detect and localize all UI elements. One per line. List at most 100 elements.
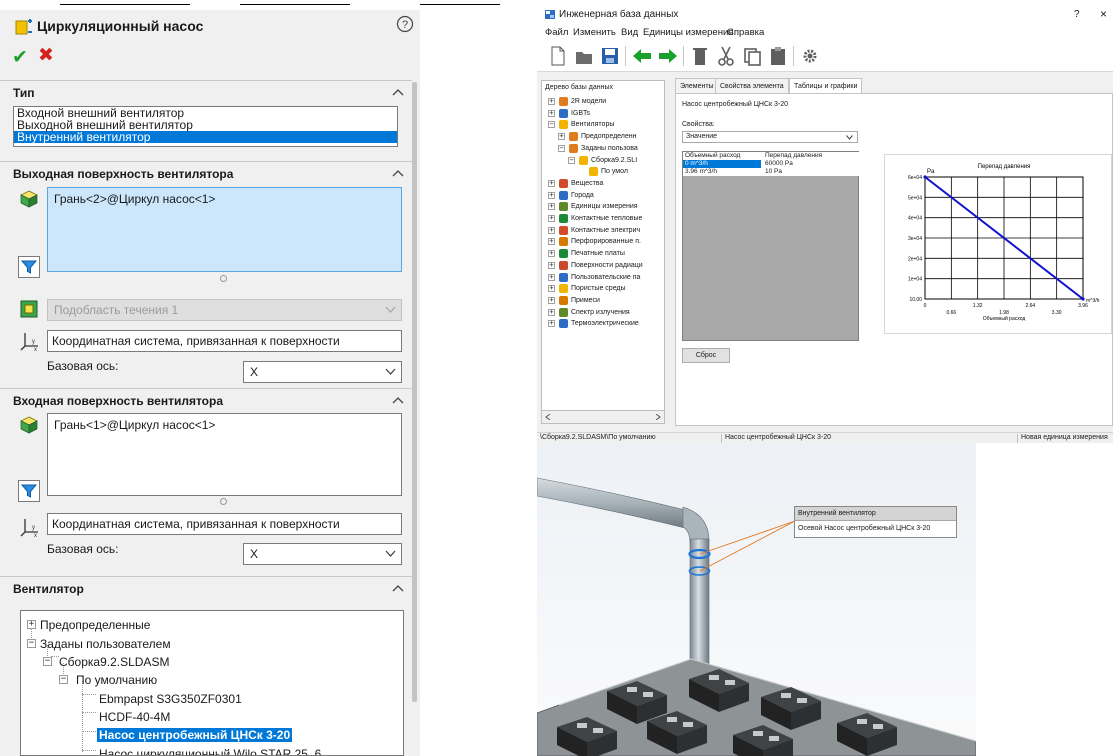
tree-expand-icon[interactable]: +: [548, 226, 555, 234]
tree-expand-icon[interactable]: +: [548, 308, 555, 316]
scroll-right-icon[interactable]: [655, 414, 661, 420]
tree-node-label[interactable]: Заданы пользова: [581, 144, 638, 153]
chevron-down-icon[interactable]: [385, 549, 396, 558]
paste-icon[interactable]: [767, 45, 789, 67]
tree-expand-icon[interactable]: +: [558, 133, 565, 141]
section-outlet-header[interactable]: Выходная поверхность вентилятора: [0, 161, 412, 185]
save-icon[interactable]: [599, 45, 621, 67]
tree-expand-icon[interactable]: +: [548, 296, 555, 304]
tree-expand-icon[interactable]: +: [548, 203, 555, 211]
tree-node-label[interactable]: Вентиляторы: [571, 120, 614, 129]
collapse-chevron-icon[interactable]: [392, 583, 404, 593]
tree-node-label[interactable]: Пользовательские па: [571, 273, 640, 282]
tree-node-label[interactable]: Поверхности радиаци: [571, 261, 643, 270]
reset-button[interactable]: Сброс: [682, 348, 730, 363]
tree-collapse-icon[interactable]: −: [558, 144, 565, 152]
resize-grip-icon[interactable]: [220, 498, 227, 505]
gear-icon[interactable]: [799, 45, 821, 67]
tree-node-label[interactable]: Пористые среды: [571, 284, 626, 293]
pq-table[interactable]: Объемный расход Перепад давления 0 m^3/h…: [682, 151, 860, 341]
tree-node-label[interactable]: Контактные тепловые: [571, 214, 642, 223]
table-row[interactable]: 0 m^3/h 60000 Pa: [683, 160, 860, 168]
help-icon[interactable]: ?: [396, 15, 414, 33]
forward-arrow-icon[interactable]: [657, 45, 679, 67]
scroll-left-icon[interactable]: [545, 414, 551, 420]
tree-expand-icon[interactable]: +: [548, 273, 555, 281]
chevron-down-icon[interactable]: [385, 367, 396, 376]
menu-edit[interactable]: Изменить: [573, 27, 616, 38]
tree-node-label[interactable]: 2R модели: [571, 97, 606, 106]
edb-database-tree[interactable]: Дерево базы данных +2R модели + IGBTs − Вент…: [541, 80, 665, 424]
outlet-base-axis-combo[interactable]: X: [243, 361, 402, 383]
tree-node-label[interactable]: Спектр излучения: [571, 308, 630, 317]
tree-collapse-icon[interactable]: −: [43, 657, 52, 666]
fan-callout[interactable]: Внутренний вентилятор Осевой Насос центр…: [794, 506, 957, 538]
inlet-face-selection-box[interactable]: Грань<1>@Циркул насос<1>: [47, 413, 402, 496]
menu-help[interactable]: Справка: [727, 27, 764, 38]
fan-type-option-selected[interactable]: Внутренний вентилятор: [14, 131, 397, 143]
ok-check-icon[interactable]: ✔: [12, 46, 28, 69]
properties-select[interactable]: Значение: [682, 131, 858, 143]
cut-icon[interactable]: [715, 45, 737, 67]
back-arrow-icon[interactable]: [631, 45, 653, 67]
filter-icon[interactable]: [18, 256, 40, 278]
resize-grip-icon[interactable]: [220, 275, 227, 282]
collapse-chevron-icon[interactable]: [392, 168, 404, 178]
tree-node-label[interactable]: IGBTs: [571, 109, 590, 118]
new-file-icon[interactable]: [547, 45, 569, 67]
fan-tree[interactable]: + Предопределенные − Заданы пользователе…: [20, 610, 404, 756]
section-inlet-header[interactable]: Входная поверхность вентилятора: [0, 388, 412, 412]
table-cell-selected[interactable]: 0 m^3/h: [683, 160, 761, 168]
tree-collapse-icon[interactable]: −: [568, 156, 575, 164]
fan-type-listbox[interactable]: Входной внешний вентилятор Выходной внеш…: [13, 106, 398, 147]
tree-node-label[interactable]: Города: [571, 191, 594, 200]
copy-icon[interactable]: [741, 45, 763, 67]
help-button[interactable]: ?: [1074, 9, 1080, 20]
outlet-coord-system-field[interactable]: Координатная система, привязанная к пове…: [47, 330, 402, 352]
section-fan-header[interactable]: Вентилятор: [0, 576, 412, 600]
tree-node-label[interactable]: По умол: [601, 167, 628, 176]
collapse-chevron-icon[interactable]: [392, 395, 404, 405]
cancel-x-icon[interactable]: ✖: [38, 44, 54, 67]
tab-elements[interactable]: Элементы: [675, 78, 719, 94]
tree-node-assembly[interactable]: Сборка9.2.SLDASM: [59, 655, 169, 669]
menu-file[interactable]: Файл: [545, 27, 568, 38]
tree-expand-icon[interactable]: +: [548, 215, 555, 222]
section-type-header[interactable]: Тип: [0, 80, 412, 104]
graphics-viewport[interactable]: Внутренний вентилятор Осевой Насос центр…: [537, 443, 976, 756]
tree-node-label[interactable]: Печатные платы: [571, 249, 625, 258]
tab-element-properties[interactable]: Свойства элемента: [715, 78, 789, 94]
tree-item-fan[interactable]: Насос циркуляционный Wilo STAR 25_6: [99, 747, 321, 755]
tree-collapse-icon[interactable]: −: [27, 639, 36, 648]
tree-node-label[interactable]: Единицы измерения: [571, 202, 638, 211]
outlet-face-selection-box[interactable]: Грань<2>@Циркул насос<1>: [47, 187, 402, 272]
pm-scrollbar[interactable]: [412, 82, 417, 702]
table-cell[interactable]: 60000 Pa: [765, 160, 793, 168]
tree-node-label[interactable]: Предопределенн: [581, 132, 637, 141]
tree-expand-icon[interactable]: +: [27, 620, 36, 629]
tree-expand-icon[interactable]: +: [548, 179, 555, 187]
menu-view[interactable]: Вид: [621, 27, 638, 38]
filter-icon[interactable]: [18, 480, 40, 502]
open-folder-icon[interactable]: [573, 45, 595, 67]
close-button[interactable]: ×: [1100, 7, 1107, 21]
tree-node-user-defined[interactable]: Заданы пользователем: [40, 637, 171, 651]
tree-horizontal-scrollbar[interactable]: [541, 410, 665, 424]
tree-expand-icon[interactable]: +: [548, 320, 555, 328]
menu-units[interactable]: Единицы измерения: [643, 27, 733, 38]
inlet-coord-system-field[interactable]: Координатная система, привязанная к пове…: [47, 513, 402, 535]
tree-node-label[interactable]: Перфорированные п.: [571, 237, 641, 246]
tree-collapse-icon[interactable]: −: [548, 121, 555, 129]
table-row[interactable]: 3.96 m^3/h 10 Pa: [683, 168, 860, 176]
collapse-chevron-icon[interactable]: [392, 87, 404, 97]
table-cell[interactable]: 3.96 m^3/h: [685, 168, 761, 176]
tree-node-label[interactable]: Примеси: [571, 296, 600, 305]
tree-expand-icon[interactable]: +: [548, 238, 555, 246]
tree-expand-icon[interactable]: +: [548, 250, 555, 258]
tree-node-predefined[interactable]: Предопределенные: [40, 618, 150, 632]
tree-expand-icon[interactable]: +: [548, 109, 555, 117]
tree-expand-icon[interactable]: +: [548, 261, 555, 269]
tree-expand-icon[interactable]: +: [548, 285, 555, 293]
tree-expand-icon[interactable]: +: [548, 98, 555, 105]
tree-node-label[interactable]: Контактные электрич: [571, 226, 640, 235]
